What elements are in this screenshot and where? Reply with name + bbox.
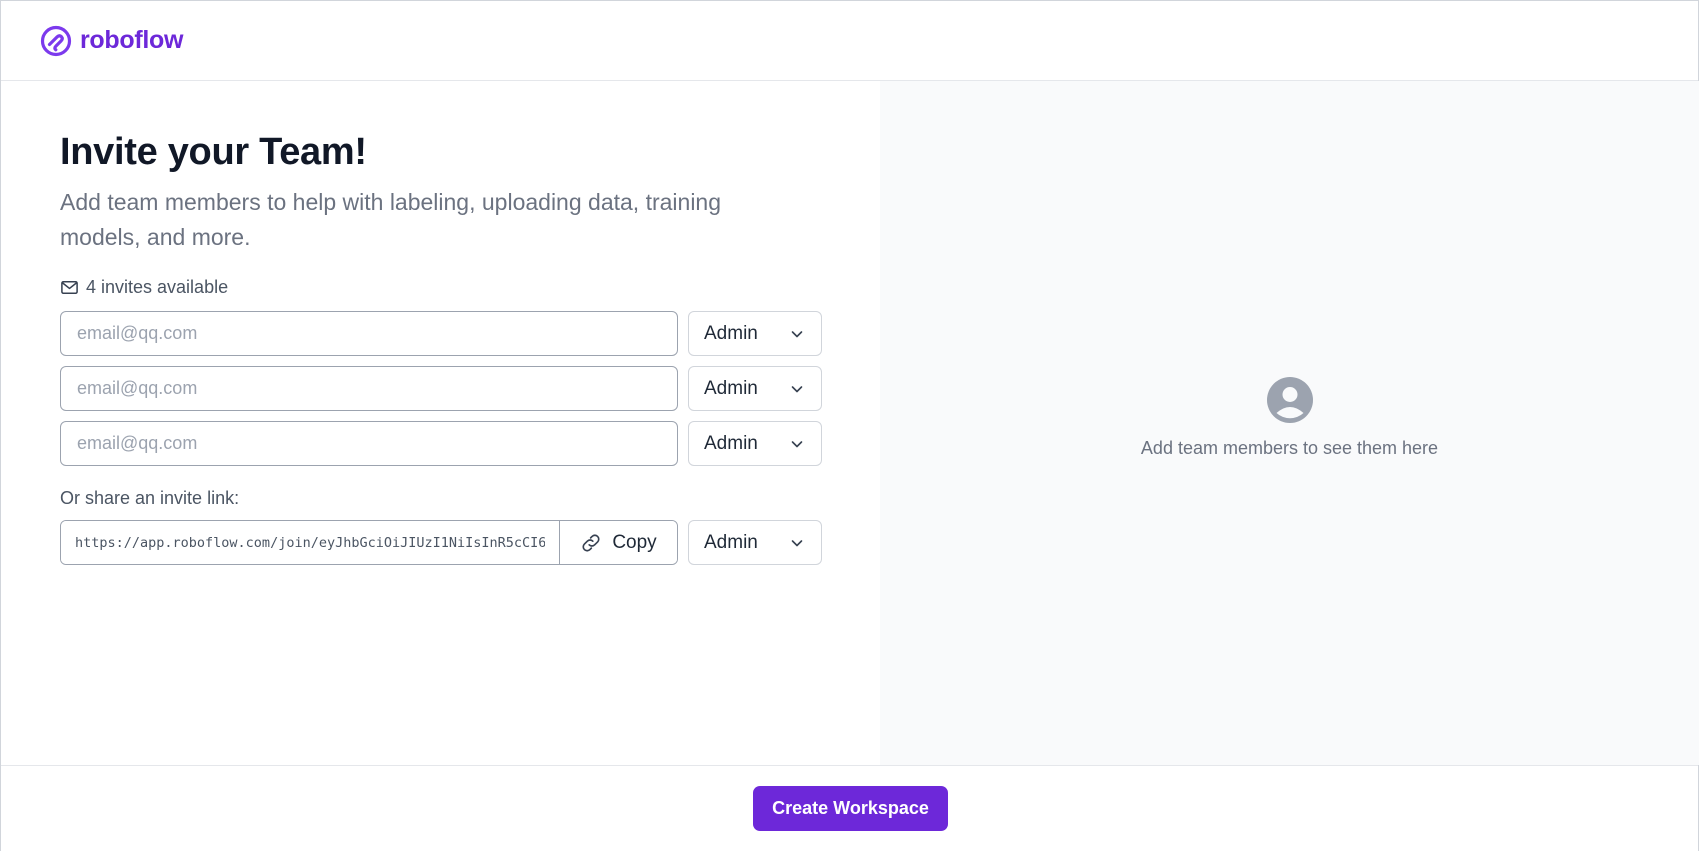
invites-available: 4 invites available <box>60 277 228 298</box>
invite-row: Admin <box>60 421 822 467</box>
invites-available-text: 4 invites available <box>86 277 229 297</box>
top-header: roboflow <box>1 1 1698 81</box>
share-link-label: Or share an invite link: <box>60 488 240 508</box>
roboflow-logo-icon <box>40 25 72 56</box>
link-role-select[interactable]: Admin <box>688 520 822 565</box>
invite-link-field[interactable] <box>61 521 559 564</box>
email-field[interactable] <box>60 421 678 466</box>
chevron-down-icon <box>791 440 803 447</box>
mail-icon <box>61 281 78 294</box>
role-select-value: Admin <box>704 377 758 399</box>
page-title: Invite your Team! <box>60 131 367 173</box>
brand-name: roboflow <box>80 26 184 54</box>
link-icon <box>582 533 600 552</box>
role-select-value: Admin <box>704 432 758 454</box>
create-workspace-button[interactable]: Create Workspace <box>753 786 948 831</box>
role-select[interactable]: Admin <box>688 366 822 411</box>
invite-link-row: Copy Admin <box>60 520 822 566</box>
email-field[interactable] <box>60 366 678 411</box>
roboflow-logo[interactable]: roboflow <box>40 25 183 57</box>
invite-row: Admin <box>60 311 822 357</box>
role-select-value: Admin <box>704 322 758 344</box>
members-empty-state: Add team members to see them here <box>880 377 1699 459</box>
role-select[interactable]: Admin <box>688 311 822 356</box>
invite-link-group: Copy <box>60 520 678 565</box>
email-field[interactable] <box>60 311 678 356</box>
page-subtitle: Add team members to help with labeling, … <box>60 189 722 250</box>
user-avatar-icon <box>1266 377 1313 423</box>
invite-row: Admin <box>60 366 822 412</box>
role-select[interactable]: Admin <box>688 421 822 466</box>
copy-button-label: Copy <box>612 531 657 553</box>
chevron-down-icon <box>791 330 803 337</box>
team-members-panel: Add team members to see them here <box>880 81 1699 765</box>
empty-state-text: Add team members to see them here <box>1140 438 1439 458</box>
invite-form-pane: Invite your Team! Add team members to he… <box>1 81 880 765</box>
app-window: roboflow Invite your Team! Add team memb… <box>0 0 1699 852</box>
role-select-value: Admin <box>704 531 758 553</box>
chevron-down-icon <box>791 385 803 392</box>
copy-link-button[interactable]: Copy <box>559 521 677 564</box>
footer-bar: Create Workspace <box>1 765 1698 852</box>
chevron-down-icon <box>791 539 803 546</box>
